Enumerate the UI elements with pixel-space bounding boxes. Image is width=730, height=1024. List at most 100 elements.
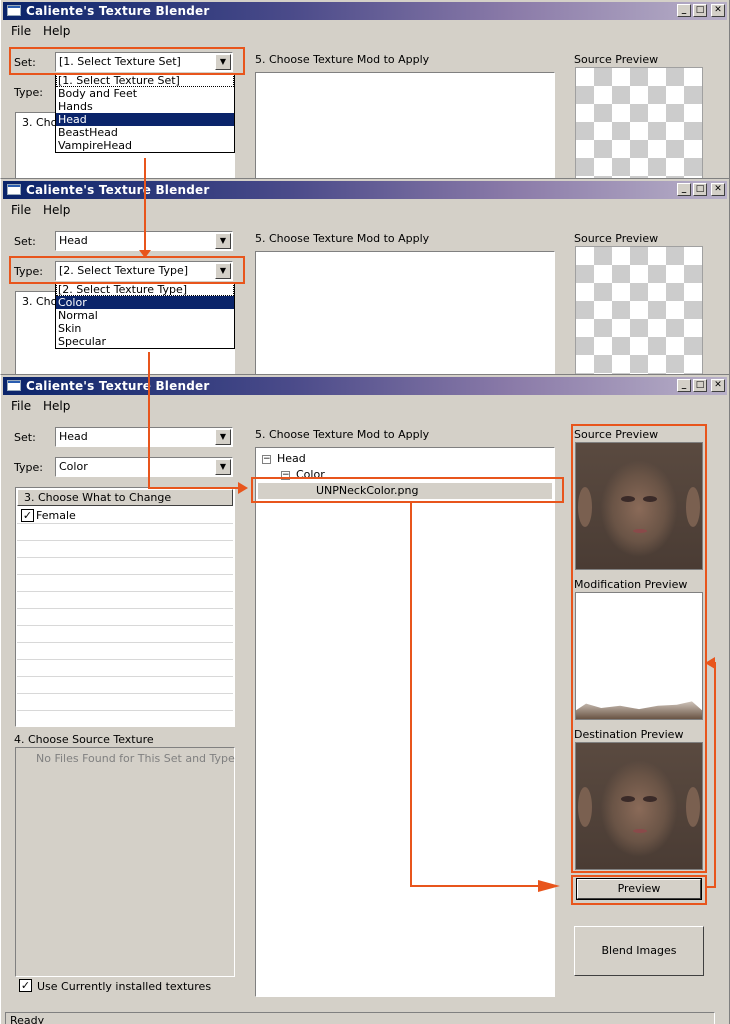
type-combo[interactable]: Color ▼ [55, 457, 233, 477]
table-row[interactable]: ✓ Female [17, 507, 233, 524]
collapse-icon[interactable]: − [281, 471, 290, 480]
arrow-line [410, 885, 540, 887]
type-option[interactable]: Specular [56, 335, 234, 348]
tree-node-file[interactable]: UNPNeckColor.png [316, 484, 418, 497]
table-row [17, 609, 233, 626]
type-combo[interactable]: [2. Select Texture Type] ▼ [55, 261, 233, 281]
title-bar: Caliente's Texture Blender _ □ ✕ [3, 181, 727, 199]
type-label: Type: [14, 86, 43, 99]
set-dropdown-list[interactable]: [1. Select Texture Set] Body and Feet Ha… [55, 73, 235, 153]
menu-help[interactable]: Help [43, 203, 70, 217]
close-button[interactable]: ✕ [711, 4, 725, 17]
window-title: Caliente's Texture Blender [26, 4, 210, 18]
what-to-change-header: 3. Choose What to Change [17, 489, 233, 506]
status-bar: Ready [5, 1012, 715, 1024]
table-row [17, 575, 233, 592]
maximize-button[interactable]: □ [693, 4, 707, 17]
chevron-down-icon[interactable]: ▼ [215, 233, 231, 249]
table-row [17, 643, 233, 660]
what-to-change-grid[interactable]: 3. Choose What to Change ✓ Female [15, 487, 235, 727]
title-bar: Caliente's Texture Blender _ □ ✕ [3, 377, 727, 395]
type-combo-value: Color [59, 460, 88, 473]
chevron-down-icon[interactable]: ▼ [215, 263, 231, 279]
collapse-icon[interactable]: − [262, 455, 271, 464]
set-option[interactable]: [1. Select Texture Set] [56, 74, 234, 87]
tree-node-head[interactable]: Head [277, 452, 306, 465]
app-icon [7, 5, 21, 16]
type-combo-value: [2. Select Texture Type] [59, 264, 189, 277]
set-option[interactable]: BeastHead [56, 126, 234, 139]
set-option[interactable]: Hands [56, 100, 234, 113]
chevron-down-icon[interactable]: ▼ [215, 459, 231, 475]
minimize-button[interactable]: _ [677, 183, 691, 196]
type-option[interactable]: [2. Select Texture Type] [56, 283, 234, 296]
arrow-line [148, 487, 240, 489]
arrow-head [538, 880, 560, 892]
table-row [17, 660, 233, 677]
maximize-button[interactable]: □ [693, 379, 707, 392]
destination-preview-label: Destination Preview [574, 728, 684, 741]
set-option[interactable]: Body and Feet [56, 87, 234, 100]
what-to-change-header: 3. Cho [22, 116, 58, 129]
close-button[interactable]: ✕ [711, 183, 725, 196]
type-option[interactable]: Color [56, 296, 234, 309]
window-title: Caliente's Texture Blender [26, 379, 210, 393]
blend-images-button[interactable]: Blend Images [574, 926, 704, 976]
mod-tree[interactable] [255, 72, 555, 180]
chevron-down-icon[interactable]: ▼ [215, 54, 231, 70]
chevron-down-icon[interactable]: ▼ [215, 429, 231, 445]
no-files-message: No Files Found for This Set and Type [36, 752, 235, 765]
set-combo-value: Head [59, 430, 88, 443]
arrow-line [410, 502, 412, 886]
female-checkbox[interactable]: ✓ [21, 509, 34, 522]
source-texture-label: 4. Choose Source Texture [14, 733, 154, 746]
set-combo[interactable]: Head ▼ [55, 427, 233, 447]
tree-node-selected-row[interactable]: UNPNeckColor.png [258, 483, 552, 499]
arrow-line [714, 664, 716, 888]
arrow-head [139, 250, 151, 258]
window-frame-2: Caliente's Texture Blender _ □ ✕ File He… [0, 178, 730, 376]
mod-label: 5. Choose Texture Mod to Apply [255, 232, 430, 245]
app-icon [7, 184, 21, 195]
table-row [17, 694, 233, 711]
set-combo[interactable]: [1. Select Texture Set] ▼ [55, 52, 233, 72]
window-frame-1: Caliente's Texture Blender _ □ ✕ File He… [0, 0, 730, 180]
destination-preview-image [575, 742, 703, 870]
menu-file[interactable]: File [11, 24, 31, 38]
window-frame-3: Caliente's Texture Blender _ □ ✕ File He… [0, 374, 730, 1024]
menu-file[interactable]: File [11, 399, 31, 413]
preview-button[interactable]: Preview [576, 878, 702, 900]
mod-tree[interactable] [255, 251, 555, 376]
source-preview-label: Source Preview [574, 232, 659, 245]
tree-node-color[interactable]: Color [296, 468, 325, 481]
status-text: Ready [10, 1014, 45, 1024]
minimize-button[interactable]: _ [677, 379, 691, 392]
mod-label: 5. Choose Texture Mod to Apply [255, 53, 430, 66]
type-dropdown-list[interactable]: [2. Select Texture Type] Color Normal Sk… [55, 282, 235, 349]
type-option[interactable]: Normal [56, 309, 234, 322]
source-preview-image [575, 246, 703, 376]
table-row [17, 592, 233, 609]
mod-tree[interactable]: − Head − Color UNPNeckColor.png [255, 447, 555, 997]
arrow-head [705, 657, 715, 669]
source-preview-image [575, 67, 703, 180]
app-icon [7, 380, 21, 391]
source-texture-list[interactable]: No Files Found for This Set and Type [15, 747, 235, 977]
source-preview-label: Source Preview [574, 428, 659, 441]
menu-help[interactable]: Help [43, 399, 70, 413]
title-bar: Caliente's Texture Blender _ □ ✕ [3, 2, 727, 20]
use-installed-checkbox[interactable]: ✓ [19, 979, 32, 992]
set-combo-value: Head [59, 234, 88, 247]
type-option[interactable]: Skin [56, 322, 234, 335]
set-option[interactable]: Head [56, 113, 234, 126]
menu-help[interactable]: Help [43, 24, 70, 38]
what-to-change-header: 3. Cho [22, 295, 58, 308]
close-button[interactable]: ✕ [711, 379, 725, 392]
maximize-button[interactable]: □ [693, 183, 707, 196]
source-preview-image [575, 442, 703, 570]
set-label: Set: [14, 431, 36, 444]
set-option[interactable]: VampireHead [56, 139, 234, 152]
minimize-button[interactable]: _ [677, 4, 691, 17]
table-row [17, 677, 233, 694]
menu-file[interactable]: File [11, 203, 31, 217]
